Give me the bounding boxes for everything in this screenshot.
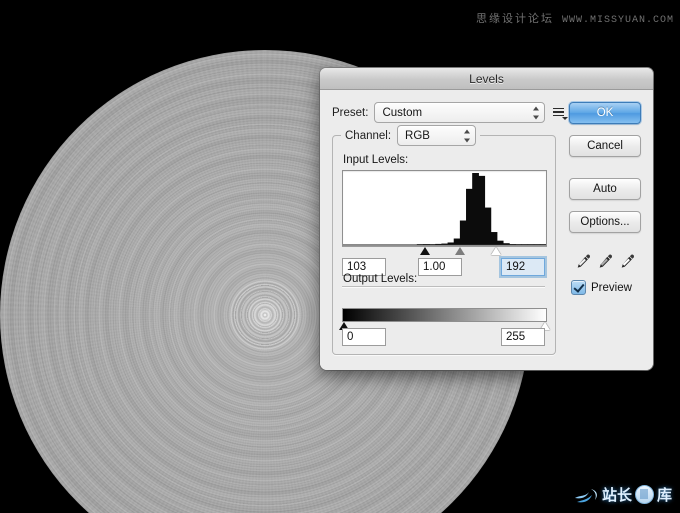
logo-badge-icon [635, 485, 654, 504]
output-levels-slider[interactable] [342, 322, 547, 323]
watermark-site-name: 思缘设计论坛 [476, 12, 554, 25]
preset-options-menu-icon[interactable] [553, 106, 567, 120]
auto-button[interactable]: Auto [569, 178, 641, 200]
dialog-button-column: OK Cancel Auto Options... [569, 102, 641, 295]
watermark-site-url: WWW.MISSYUAN.COM [562, 15, 674, 26]
input-highlight-handle[interactable] [491, 247, 501, 255]
channel-groupbox: Channel: RGB Input Levels: [332, 135, 556, 355]
preview-label: Preview [591, 282, 632, 294]
watermark-top: 思缘设计论坛 WWW.MISSYUAN.COM [476, 10, 674, 26]
black-point-eyedropper-icon[interactable] [576, 253, 591, 270]
channel-select[interactable]: RGB [397, 125, 476, 146]
preset-value: Custom [382, 107, 422, 119]
input-highlight-field[interactable]: 192 [501, 258, 545, 276]
dialog-body: Preset: Custom Channel: RGB [320, 90, 653, 370]
input-shadow-handle[interactable] [420, 247, 430, 255]
eyedropper-group [569, 253, 641, 270]
histogram-chart[interactable] [342, 170, 547, 246]
input-levels-label: Input Levels: [343, 154, 408, 166]
channel-row: Channel: RGB [341, 125, 480, 146]
output-levels-gradient [342, 308, 547, 322]
options-button[interactable]: Options... [569, 211, 641, 233]
preset-label: Preset: [332, 107, 368, 119]
logo-text-2: 库 [657, 484, 672, 505]
preview-row[interactable]: Preview [571, 280, 641, 295]
gray-point-eyedropper-icon[interactable] [598, 253, 613, 270]
watermark-logo: 站长 库 [573, 484, 672, 505]
output-shadow-field[interactable]: 0 [342, 328, 386, 346]
screenshot-canvas: 思缘设计论坛 WWW.MISSYUAN.COM 站长 库 Levels Prese… [0, 0, 680, 513]
dialog-title: Levels [469, 72, 504, 86]
logo-text: 站长 [602, 484, 632, 505]
section-divider [342, 286, 545, 287]
input-levels-slider[interactable] [342, 246, 547, 250]
channel-label: Channel: [345, 130, 391, 142]
dialog-titlebar[interactable]: Levels [320, 68, 653, 90]
chevron-updown-icon [463, 129, 470, 142]
output-highlight-field[interactable]: 255 [501, 328, 545, 346]
input-midtone-handle[interactable] [455, 247, 465, 255]
preview-checkbox[interactable] [571, 280, 586, 295]
preset-row: Preset: Custom [332, 102, 567, 123]
levels-dialog: Levels Preset: Custom Channel: [320, 68, 653, 370]
flame-swoosh-icon [573, 486, 599, 504]
chevron-updown-icon [532, 106, 539, 119]
input-midtone-field[interactable]: 1.00 [418, 258, 462, 276]
cancel-button[interactable]: Cancel [569, 135, 641, 157]
ok-button[interactable]: OK [569, 102, 641, 124]
histogram-svg [343, 171, 546, 245]
output-levels-label: Output Levels: [343, 273, 417, 285]
preset-select[interactable]: Custom [374, 102, 545, 123]
channel-value: RGB [405, 130, 430, 142]
white-point-eyedropper-icon[interactable] [620, 253, 635, 270]
disc-center-core [230, 280, 300, 350]
